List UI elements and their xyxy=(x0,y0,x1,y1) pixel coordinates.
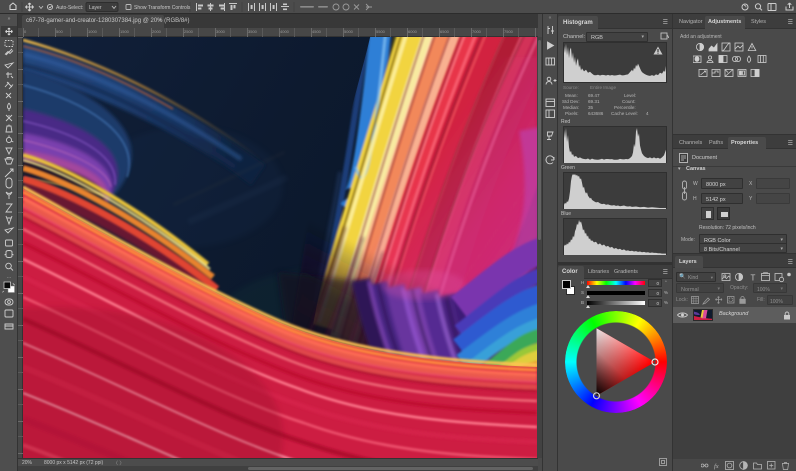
svg-text:T: T xyxy=(751,274,756,283)
svg-text:Show Transform Controls: Show Transform Controls xyxy=(134,5,191,11)
svg-text:⋯: ⋯ xyxy=(7,275,12,281)
svg-text:»: » xyxy=(8,16,11,22)
svg-text:Auto-Select:: Auto-Select: xyxy=(56,5,83,11)
svg-text:fx: fx xyxy=(714,463,719,470)
svg-text:«: « xyxy=(549,15,552,21)
svg-text:Layer: Layer xyxy=(89,5,102,11)
